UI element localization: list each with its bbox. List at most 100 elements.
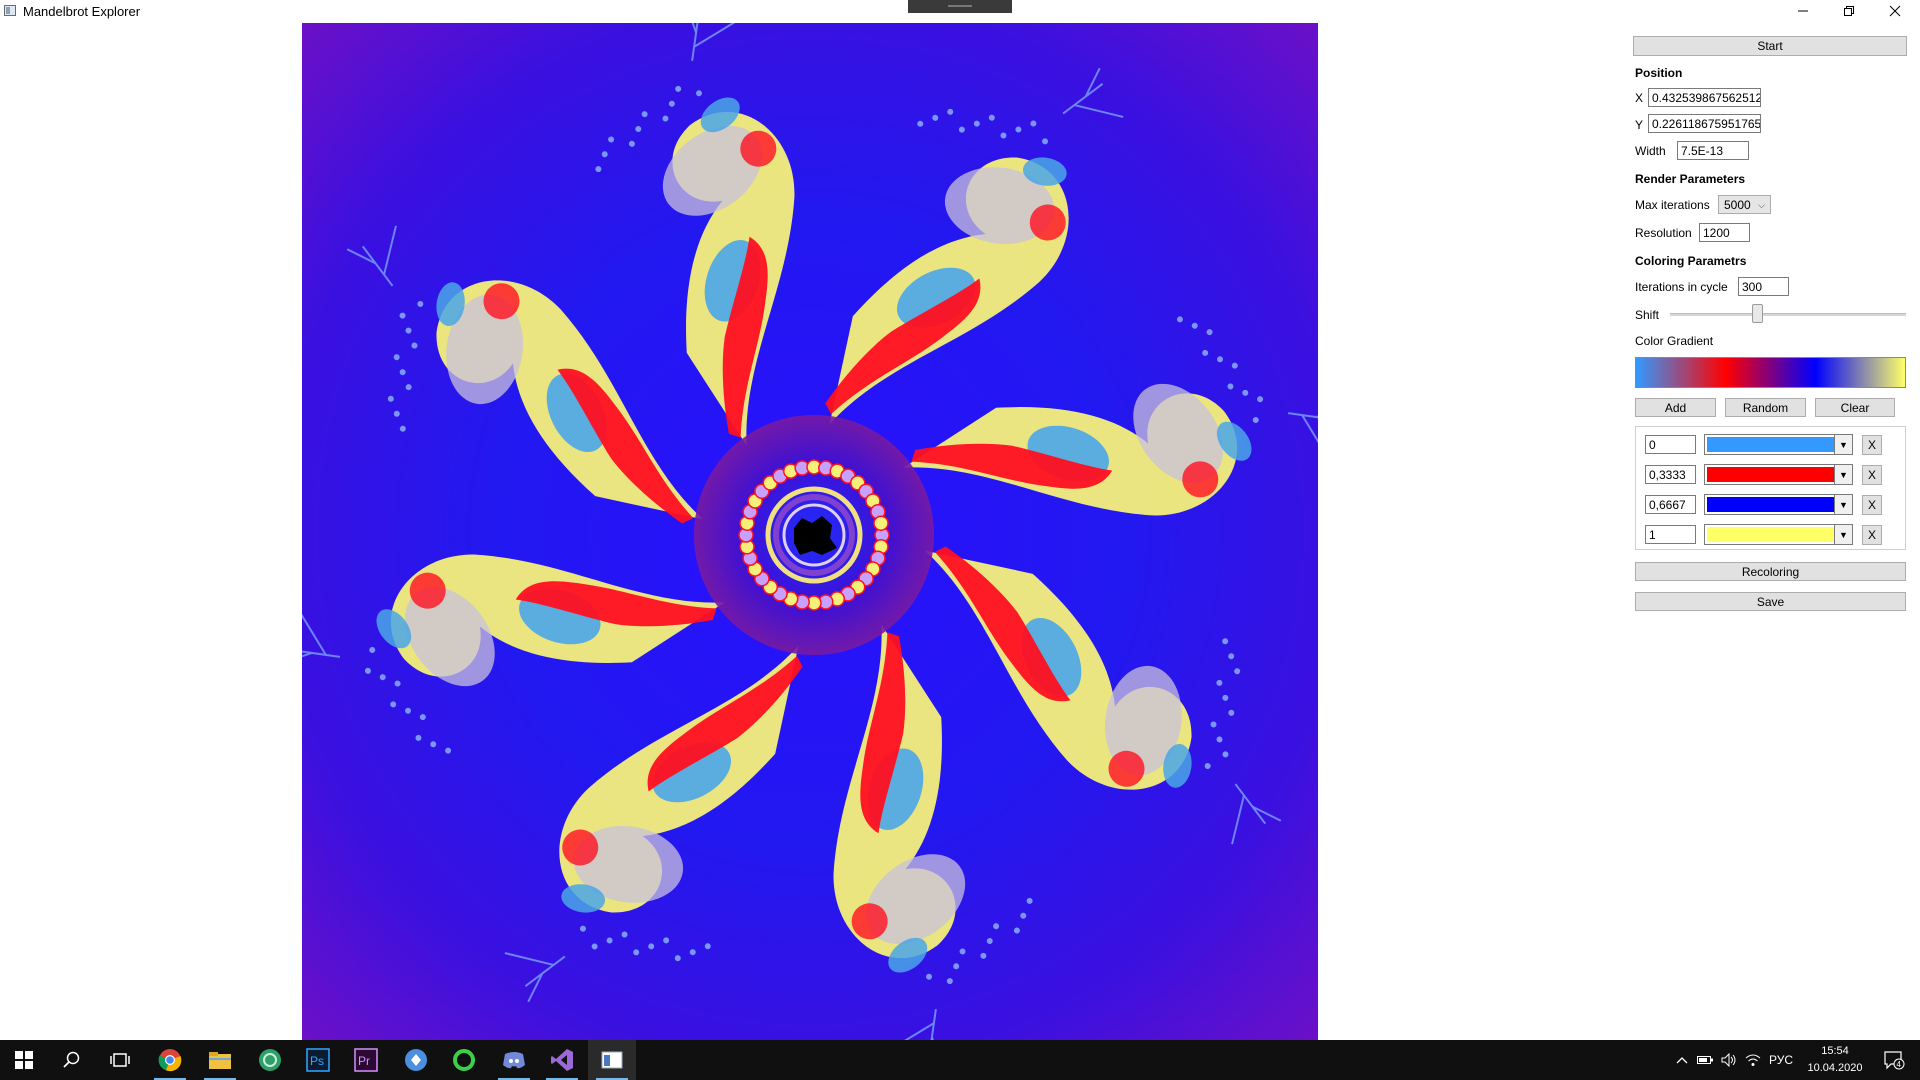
premiere-icon: Pr: [354, 1048, 378, 1072]
fractal-image: [302, 23, 1318, 1040]
color-gradient-preview: [1635, 357, 1906, 388]
volume-icon: [1721, 1053, 1736, 1067]
chevron-down-icon: ▼: [1834, 525, 1852, 544]
taskbar-green-app[interactable]: [246, 1040, 294, 1080]
shift-slider-thumb[interactable]: [1752, 304, 1764, 323]
add-button[interactable]: Add: [1635, 398, 1716, 417]
shift-label: Shift: [1635, 308, 1660, 322]
taskbar-chrome[interactable]: [146, 1040, 194, 1080]
green-ring-app-icon: [453, 1049, 475, 1071]
remove-stop-button[interactable]: X: [1862, 495, 1882, 515]
chevron-down-icon: ▼: [1834, 495, 1852, 514]
color-swatch: [1707, 467, 1834, 482]
photoshop-icon: Ps: [306, 1048, 330, 1072]
language-text: РУС: [1768, 1053, 1794, 1067]
app-window: Mandelbrot Explorer Start Position X 0.4…: [0, 0, 1920, 1040]
window-title: Mandelbrot Explorer: [23, 4, 141, 19]
wifi-icon: [1745, 1054, 1761, 1066]
ps-text: Ps: [310, 1054, 324, 1068]
resolution-input[interactable]: 1200: [1699, 223, 1750, 242]
render-parameters-header: Render Parameters: [1635, 172, 1746, 186]
task-view-icon: [110, 1053, 130, 1067]
battery-button[interactable]: [1694, 1040, 1716, 1080]
stop-color-select[interactable]: ▼: [1704, 494, 1853, 515]
volume-button[interactable]: [1718, 1040, 1740, 1080]
action-center-button[interactable]: 4: [1874, 1040, 1914, 1080]
taskbar-mandelbrot-explorer[interactable]: [588, 1040, 636, 1080]
remove-stop-button[interactable]: X: [1862, 435, 1882, 455]
start-button[interactable]: Start: [1633, 36, 1907, 56]
mandelbrot-explorer-icon: [601, 1051, 623, 1069]
chrome-icon: [158, 1049, 182, 1072]
battery-icon: [1697, 1056, 1713, 1064]
stop-position-input[interactable]: 1: [1645, 525, 1696, 544]
search-icon: [63, 1051, 80, 1068]
stop-position-input[interactable]: 0,6667: [1645, 495, 1696, 514]
stop-position-input[interactable]: 0,3333: [1645, 465, 1696, 484]
windows-logo-icon: [15, 1051, 33, 1069]
taskbar-blue-app[interactable]: [392, 1040, 440, 1080]
network-button[interactable]: [1742, 1040, 1764, 1080]
search-button[interactable]: [48, 1040, 96, 1080]
color-swatch: [1707, 527, 1834, 542]
width-input[interactable]: 7.5E-13: [1677, 141, 1749, 160]
pr-text: Pr: [358, 1054, 370, 1068]
chevron-down-icon: ▼: [1834, 465, 1852, 484]
fractal-canvas[interactable]: [302, 23, 1318, 1040]
chevron-down-icon: ▼: [1834, 435, 1852, 454]
taskbar-green-ring-app[interactable]: [440, 1040, 488, 1080]
stop-position-input[interactable]: 0: [1645, 435, 1696, 454]
drag-grip-handle[interactable]: [908, 0, 1012, 13]
chevron-up-icon: [1676, 1057, 1688, 1064]
color-swatch: [1707, 437, 1834, 452]
notification-count: 4: [1897, 1060, 1902, 1069]
clock[interactable]: 15:54 10.04.2020: [1800, 1043, 1870, 1077]
green-app-icon: [259, 1049, 281, 1071]
random-button[interactable]: Random: [1725, 398, 1806, 417]
blue-app-icon: [405, 1049, 427, 1071]
stop-color-select[interactable]: ▼: [1704, 434, 1853, 455]
control-panel: Start Position X 0.432539867562512 Y 0.2…: [1630, 0, 1920, 1040]
coloring-parameters-header: Coloring Parametrs: [1635, 254, 1747, 268]
shift-slider-track[interactable]: [1670, 313, 1906, 316]
task-view-button[interactable]: [96, 1040, 144, 1080]
file-explorer-icon: [209, 1052, 231, 1069]
save-button[interactable]: Save: [1635, 592, 1906, 611]
max-iterations-select[interactable]: 5000 ⌵: [1718, 195, 1771, 214]
position-header: Position: [1635, 66, 1683, 80]
show-hidden-icons-button[interactable]: [1672, 1040, 1692, 1080]
chevron-down-icon: ⌵: [1758, 200, 1765, 210]
iterations-in-cycle-input[interactable]: 300: [1738, 277, 1789, 296]
clock-time: 15:54: [1821, 1045, 1849, 1057]
iterations-in-cycle-label: Iterations in cycle: [1635, 280, 1728, 294]
visual-studio-icon: [551, 1049, 573, 1071]
x-label: X: [1635, 91, 1644, 105]
notification-icon: 4: [1884, 1051, 1905, 1070]
max-iterations-label: Max iterations: [1635, 198, 1710, 212]
y-input[interactable]: 0.226118675951765: [1648, 114, 1761, 133]
taskbar-discord[interactable]: [490, 1040, 538, 1080]
width-label: Width: [1635, 144, 1666, 158]
stop-color-select[interactable]: ▼: [1704, 524, 1853, 545]
gradient-stops-list: 0 ▼ X 0,3333 ▼ X 0,6667 ▼ X 1 ▼ X: [1635, 426, 1906, 550]
window-app-icon: [4, 5, 16, 16]
resolution-label: Resolution: [1635, 226, 1692, 240]
taskbar-file-explorer[interactable]: [196, 1040, 244, 1080]
taskbar-photoshop[interactable]: Ps: [294, 1040, 342, 1080]
color-gradient-label: Color Gradient: [1635, 334, 1714, 348]
taskbar: Ps Pr РУС 15:54 10.04.2020 4: [0, 1040, 1920, 1080]
recoloring-button[interactable]: Recoloring: [1635, 562, 1906, 581]
clear-button[interactable]: Clear: [1815, 398, 1895, 417]
taskbar-premiere[interactable]: Pr: [342, 1040, 390, 1080]
start-button[interactable]: [0, 1040, 48, 1080]
x-input[interactable]: 0.432539867562512: [1648, 88, 1761, 107]
discord-icon: [503, 1052, 525, 1069]
remove-stop-button[interactable]: X: [1862, 465, 1882, 485]
language-indicator[interactable]: РУС: [1766, 1040, 1796, 1080]
remove-stop-button[interactable]: X: [1862, 525, 1882, 545]
taskbar-visual-studio[interactable]: [538, 1040, 586, 1080]
y-label: Y: [1635, 118, 1644, 132]
ring-bead: [873, 515, 889, 531]
stop-color-select[interactable]: ▼: [1704, 464, 1853, 485]
max-iterations-value: 5000: [1724, 198, 1751, 212]
